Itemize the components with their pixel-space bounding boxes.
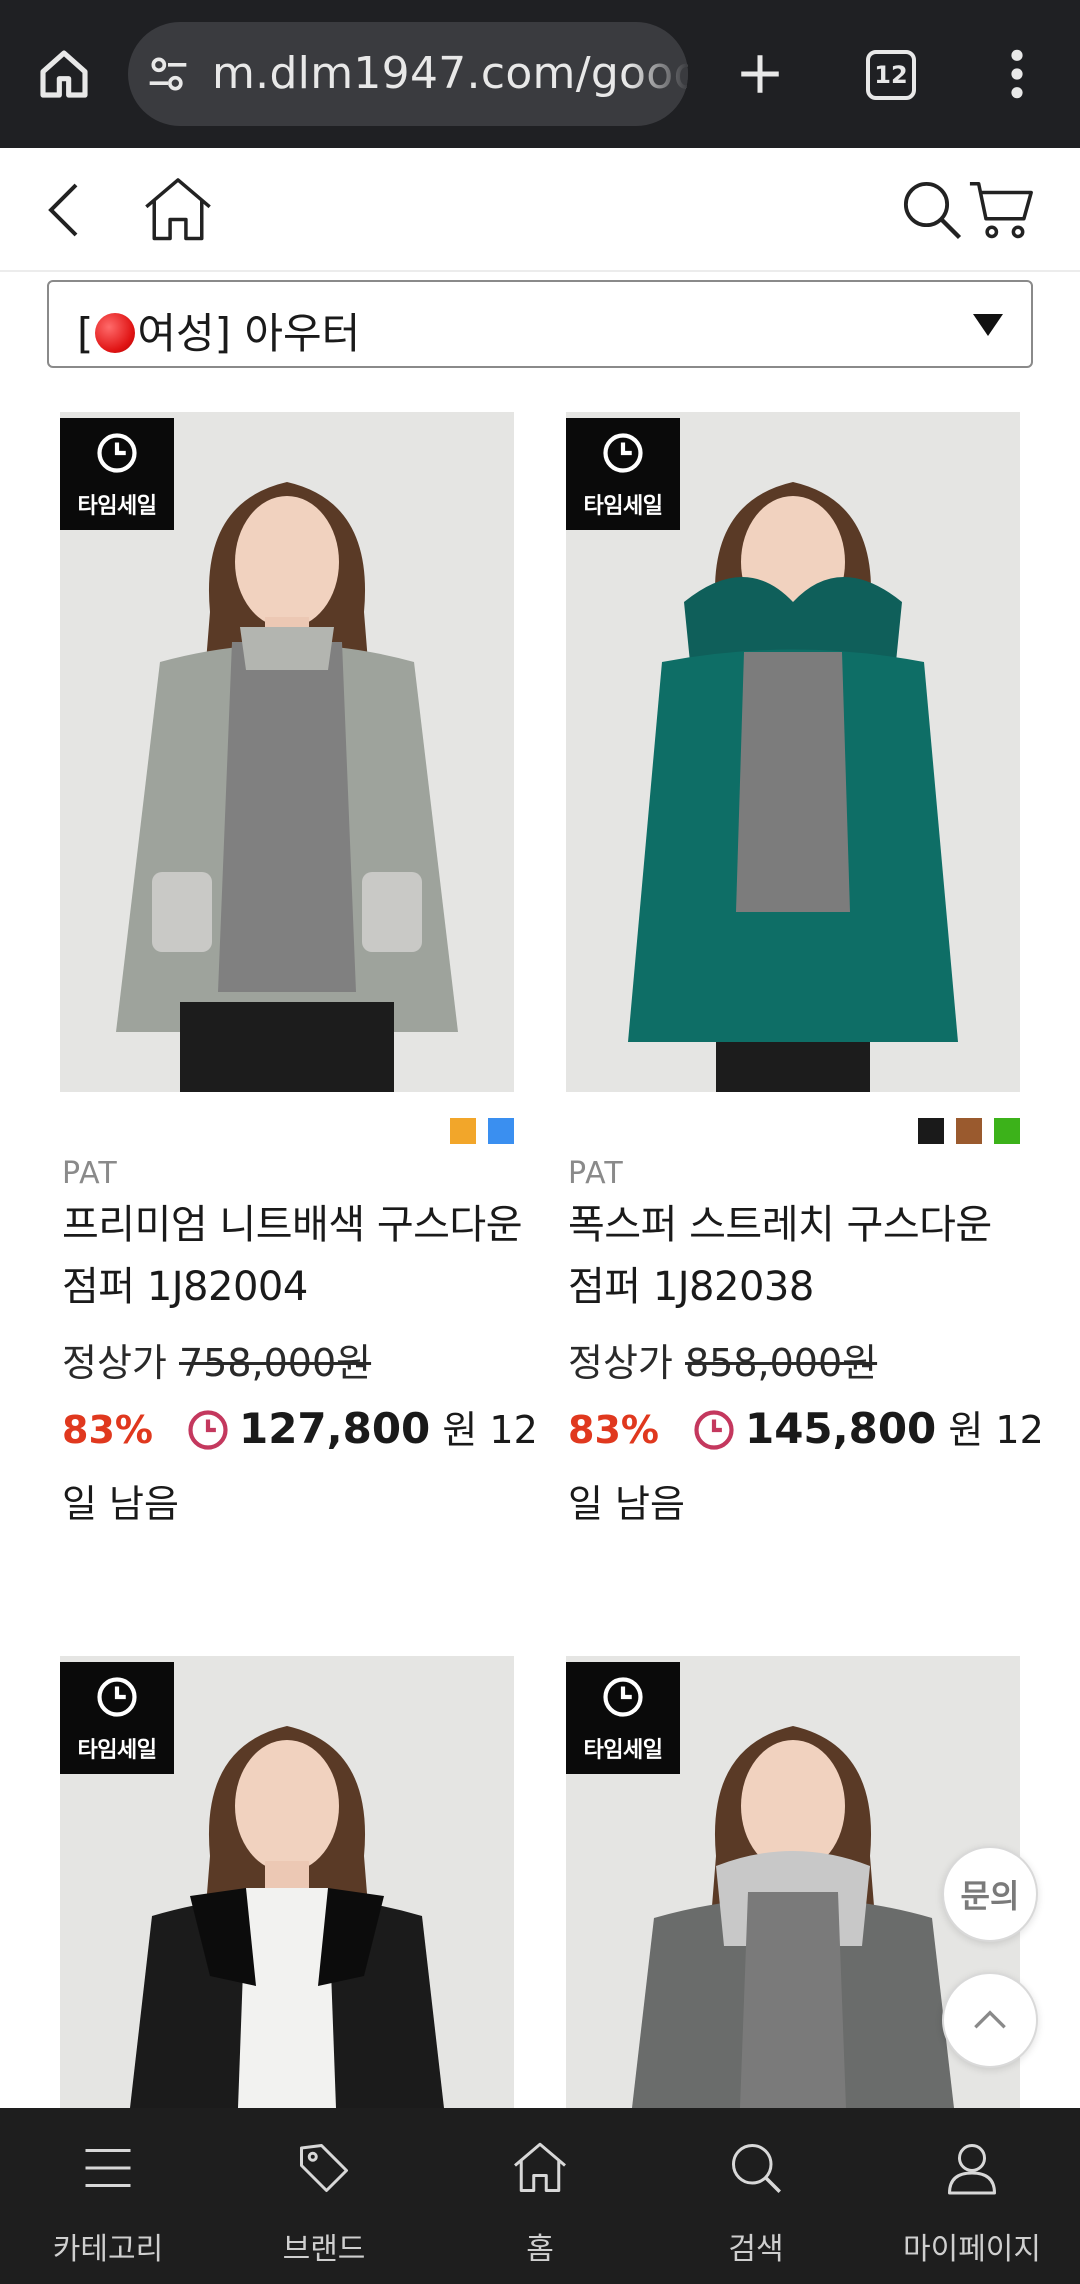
tune-icon[interactable] (146, 52, 190, 96)
home-icon (514, 2142, 566, 2192)
clock-icon (694, 1410, 734, 1450)
badge-label: 타임세일 (77, 1738, 157, 1763)
dropdown-arrow-icon (973, 314, 1003, 336)
regular-price-value: 758,000원 (178, 1341, 372, 1385)
tabs-icon[interactable]: 12 (866, 50, 916, 100)
scroll-top-button[interactable] (942, 1972, 1038, 2068)
clock-icon (188, 1410, 228, 1450)
sale-price: 127,800 (238, 1404, 431, 1453)
color-swatches (918, 1118, 1020, 1144)
nav-label: 브랜드 (282, 2232, 366, 2267)
nav-item-search[interactable]: 검색 (648, 2108, 864, 2284)
regular-price-label: 정상가 (568, 1341, 673, 1385)
product-card[interactable]: 타임세일 (60, 1656, 514, 2108)
search-icon (732, 2144, 781, 2193)
color-swatch[interactable] (450, 1118, 476, 1144)
clock-icon (603, 1677, 643, 1717)
category-label-bracket: [ (77, 309, 94, 358)
red-circle-icon (95, 313, 136, 353)
badge-label: 타임세일 (583, 494, 663, 519)
product-card[interactable]: 타임세일 PAT 프리미엄 니트배색 구스다운 점퍼 1J82004 정상가 7… (60, 412, 538, 1526)
product-name[interactable]: 프리미엄 니트배색 구스다운 점퍼 1J82004 (62, 1194, 532, 1318)
time-sale-badge: 타임세일 (566, 418, 680, 530)
back-arrow-icon (48, 183, 78, 237)
user-icon (948, 2144, 996, 2195)
browser-toolbar: m.dlm1947.com/goods 12 (0, 0, 1080, 148)
menu-icon (85, 2149, 131, 2187)
home-icon (145, 178, 211, 241)
more-vert-icon[interactable] (990, 38, 1044, 110)
color-swatch[interactable] (994, 1118, 1020, 1144)
bottom-navigation: 카테고리 브랜드 홈 검색 마이페이지 (0, 2108, 1080, 2284)
nav-label: 홈 (526, 2232, 554, 2267)
product-name[interactable]: 폭스퍼 스트레치 구스다운 점퍼 1J82038 (568, 1194, 1038, 1318)
product-image[interactable]: 타임세일 (60, 1656, 514, 2108)
clock-icon (97, 433, 137, 473)
nav-label: 마이페이지 (903, 2232, 1041, 2267)
nav-label: 검색 (728, 2232, 784, 2267)
category-label-text: 여성] 아우터 (137, 309, 361, 358)
brand-name: PAT (62, 1156, 118, 1191)
cart-button[interactable] (960, 168, 1044, 252)
category-label: [ 여성] 아우터 (77, 300, 360, 361)
regular-price-label: 정상가 (62, 1341, 167, 1385)
browser-home-button[interactable] (28, 38, 100, 110)
clock-icon (97, 1677, 137, 1717)
nav-item-category[interactable]: 카테고리 (0, 2108, 216, 2284)
regular-price-value: 858,000원 (684, 1341, 878, 1385)
clock-icon (603, 433, 643, 473)
product-card[interactable]: 타임세일 PAT 폭스퍼 스트레치 구스다운 점퍼 1J82038 정상가 85… (566, 412, 1044, 1526)
sale-price-row: 83% 145,800 원 12일 남음 (568, 1392, 1048, 1541)
badge-label: 타임세일 (583, 1738, 663, 1763)
nav-item-brand[interactable]: 브랜드 (216, 2108, 432, 2284)
discount-rate: 83% (62, 1408, 153, 1452)
chevron-up-icon (974, 2010, 1006, 2029)
search-icon (903, 181, 962, 240)
color-swatch[interactable] (918, 1118, 944, 1144)
new-tab-button[interactable] (724, 38, 796, 110)
address-bar[interactable]: m.dlm1947.com/goods (128, 22, 688, 126)
plus-icon (741, 55, 779, 93)
cart-icon (969, 182, 1033, 239)
product-image[interactable]: 타임세일 (566, 412, 1020, 1092)
time-sale-badge: 타임세일 (60, 418, 174, 530)
url-text: m.dlm1947.com/goods (212, 48, 688, 99)
badge-label: 타임세일 (77, 494, 157, 519)
sale-price: 145,800 (744, 1404, 937, 1453)
regular-price: 정상가 758,000원 (62, 1332, 371, 1387)
back-button[interactable] (24, 168, 108, 252)
discount-rate: 83% (568, 1408, 659, 1452)
nav-item-home[interactable]: 홈 (432, 2108, 648, 2284)
color-swatches (450, 1118, 514, 1144)
site-header (0, 148, 1080, 272)
nav-label: 카테고리 (52, 2232, 164, 2267)
product-image[interactable]: 타임세일 (60, 412, 514, 1092)
color-swatch[interactable] (956, 1118, 982, 1144)
inquiry-button[interactable]: 문의 (942, 1846, 1038, 1942)
color-swatch[interactable] (488, 1118, 514, 1144)
category-select[interactable]: [ 여성] 아우터 (47, 280, 1033, 368)
tag-icon (300, 2144, 348, 2192)
regular-price: 정상가 858,000원 (568, 1332, 877, 1387)
home-icon (40, 50, 88, 98)
time-sale-badge: 타임세일 (566, 1662, 680, 1774)
site-home-button[interactable] (136, 168, 220, 252)
nav-item-mypage[interactable]: 마이페이지 (864, 2108, 1080, 2284)
brand-name: PAT (568, 1156, 624, 1191)
url-fade (628, 22, 688, 126)
time-sale-badge: 타임세일 (60, 1662, 174, 1774)
sale-price-row: 83% 127,800 원 12일 남음 (62, 1392, 542, 1541)
